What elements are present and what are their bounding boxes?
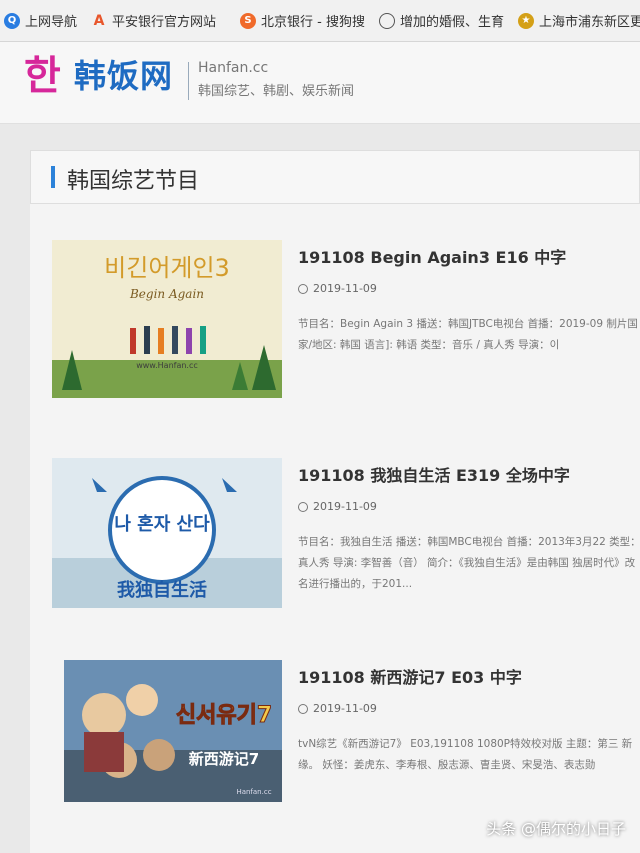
logo-divider: [188, 62, 189, 100]
bookmark-1[interactable]: Q 上网导航: [4, 11, 77, 30]
list-item: 나 혼자 산다 我独自生活 191108 我独自生活 E319 全场中字 201…: [52, 458, 640, 628]
item-description: 节目名：Begin Again 3 播送：韩国JTBC电视台 首播：2019-0…: [298, 318, 638, 351]
site-domain: Hanfan.cc: [198, 60, 269, 76]
bookmark-2[interactable]: A 平安银行官方网站: [91, 11, 217, 31]
date-text: 2019-11-09: [313, 702, 377, 715]
list-item: 신서유기7 新西游记7 Hanfan.cc 191108 新西游记7 E03 中…: [52, 660, 640, 830]
item-thumbnail[interactable]: 비긴어게인3 Begin Again www.Hanfan.cc: [52, 240, 282, 398]
thumb-subtitle: 我独自生活: [117, 579, 207, 601]
thumb-site: www.Hanfan.cc: [136, 361, 198, 370]
bookmark-label: 北京银行 - 搜狗搜: [261, 15, 365, 30]
item-title[interactable]: 191108 Begin Again3 E16 中字: [298, 244, 566, 268]
clock-icon: [298, 703, 308, 714]
thumb-subtitle: 新西游记7: [189, 750, 259, 768]
q-icon: Q: [4, 12, 20, 29]
thumb-site: Hanfan.cc: [236, 788, 271, 796]
globe-icon: [379, 12, 395, 29]
item-thumbnail[interactable]: 나 혼자 산다 我独自生活: [52, 458, 282, 616]
i-live-alone-thumbnail: 나 혼자 산다 我独自生活: [52, 458, 282, 608]
gov-icon: ★: [518, 12, 535, 29]
thumb-subtitle: Begin Again: [129, 287, 204, 301]
title-accent-bar: [51, 166, 55, 188]
bookmark-5[interactable]: ★ 上海市浦东新区更: [518, 11, 640, 30]
item-thumbnail[interactable]: 신서유기7 新西游记7 Hanfan.cc: [64, 660, 294, 818]
item-title[interactable]: 191108 新西游记7 E03 中字: [298, 664, 522, 688]
item-date: 2019-11-09: [298, 282, 377, 295]
begin-again-thumbnail: 비긴어게인3 Begin Again www.Hanfan.cc: [52, 240, 282, 398]
bookmark-4[interactable]: 增加的婚假、生育: [379, 11, 504, 30]
bookmarks-bar: Q 上网导航 A 平安银行官方网站 S 北京银行 - 搜狗搜 增加的婚假、生育 …: [0, 0, 640, 42]
pingan-icon: A: [93, 12, 105, 29]
item-description: 节目名：我独自生活 播送：韩国MBC电视台 首播：2013年3月22 类型：真人…: [298, 536, 640, 590]
bookmark-label: 上海市浦东新区更: [539, 15, 640, 30]
item-title[interactable]: 191108 我独自生活 E319 全场中字: [298, 462, 570, 486]
content-panel: 韩国综艺节目 비긴어게인3 Begin Again www.Hanfan.cc: [30, 150, 640, 853]
item-date: 2019-11-09: [298, 702, 377, 715]
bookmark-3[interactable]: S 北京银行 - 搜狗搜: [240, 11, 365, 30]
bookmark-label: 上网导航: [25, 15, 78, 30]
site-logo-mark[interactable]: 한: [24, 54, 61, 98]
thumb-title: 나 혼자 산다: [114, 513, 210, 535]
clock-icon: [298, 501, 308, 512]
sogou-icon: S: [240, 12, 257, 29]
item-description: tvN综艺《新西游记7》 E03,191108 1080P特效校对版 主题：第三…: [298, 738, 633, 771]
watermark: 头条 @偶尔的小日子: [486, 820, 626, 838]
bookmark-label: 平安银行官方网站: [112, 15, 217, 30]
site-logo-text[interactable]: 韩饭网: [74, 56, 173, 96]
new-journey-west-thumbnail: 신서유기7 新西游记7 Hanfan.cc: [64, 660, 282, 802]
site-tagline: 韩国综艺、韩剧、娱乐新闻: [198, 84, 355, 99]
section-header: 韩国综艺节目: [30, 150, 640, 204]
list-item: 비긴어게인3 Begin Again www.Hanfan.cc 191108 …: [52, 240, 640, 410]
thumb-title: 신서유기7: [176, 703, 272, 728]
section-title: 韩国综艺节目: [67, 169, 200, 194]
clock-icon: [298, 283, 308, 294]
item-date: 2019-11-09: [298, 500, 377, 513]
thumb-title: 비긴어게인3: [104, 254, 230, 282]
site-header: 한 韩饭网 Hanfan.cc 韩国综艺、韩剧、娱乐新闻: [0, 42, 640, 124]
date-text: 2019-11-09: [313, 282, 377, 295]
bookmark-label: 增加的婚假、生育: [400, 15, 505, 30]
date-text: 2019-11-09: [313, 500, 377, 513]
